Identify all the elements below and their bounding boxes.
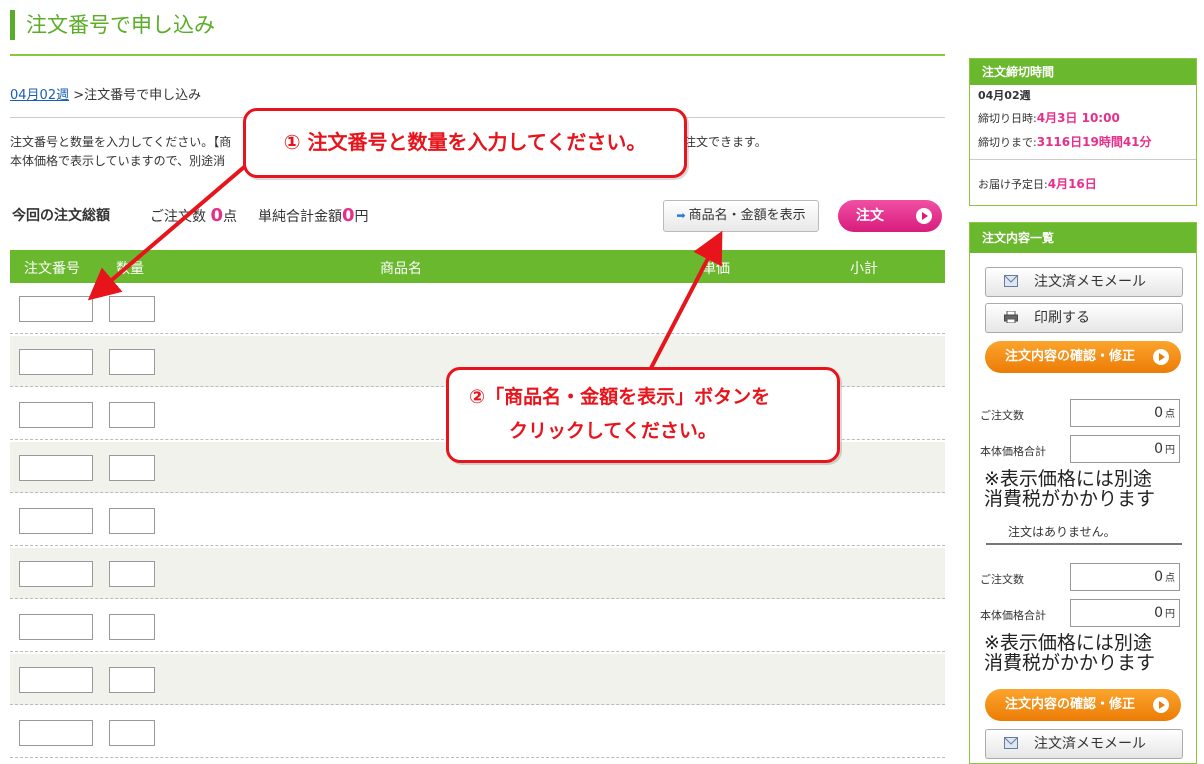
callout-step-2-line-1: ②「商品名・金額を表示」ボタンを: [469, 386, 771, 408]
arrow-to-order-input: [87, 160, 252, 301]
callout-step-2: ②「商品名・金額を表示」ボタンを クリックしてください。: [446, 367, 840, 463]
callout-step-1: ① 注文番号と数量を入力してください。: [243, 108, 687, 178]
arrow-to-show-button: [648, 230, 723, 371]
callout-step-2-line-2: クリックしてください。: [509, 420, 717, 442]
